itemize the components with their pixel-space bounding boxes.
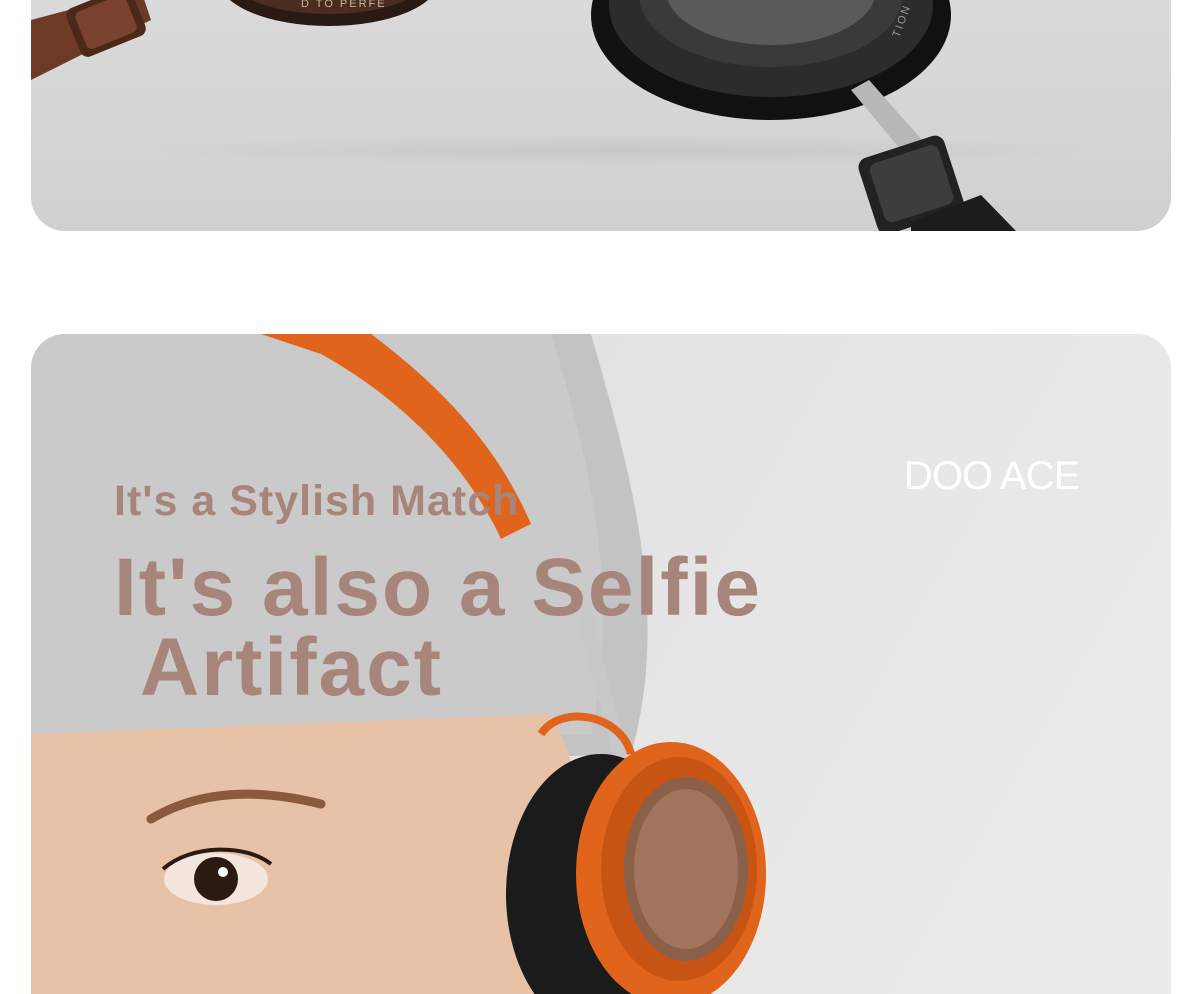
headline-small: It's a Stylish Match (114, 477, 520, 525)
product-image-card: D TO PERFE TION (31, 0, 1171, 231)
face-icon (31, 714, 585, 994)
headline-big-line1: It's also a Selfie (114, 542, 762, 633)
brand-logo: DOO ACE (904, 454, 1080, 498)
headline-big-line2: Artifact (140, 622, 444, 713)
headphones-product-illustration: D TO PERFE TION (31, 0, 1016, 231)
earcup-engraving-left: D TO PERFE (301, 0, 387, 10)
brown-headband-icon (31, 0, 151, 80)
black-earcup-icon: TION (591, 0, 951, 120)
headline-big: It's also a Selfie Artifact (114, 542, 874, 713)
brown-earcup-icon: D TO PERFE (229, 0, 429, 26)
black-headband-icon (858, 135, 1016, 231)
